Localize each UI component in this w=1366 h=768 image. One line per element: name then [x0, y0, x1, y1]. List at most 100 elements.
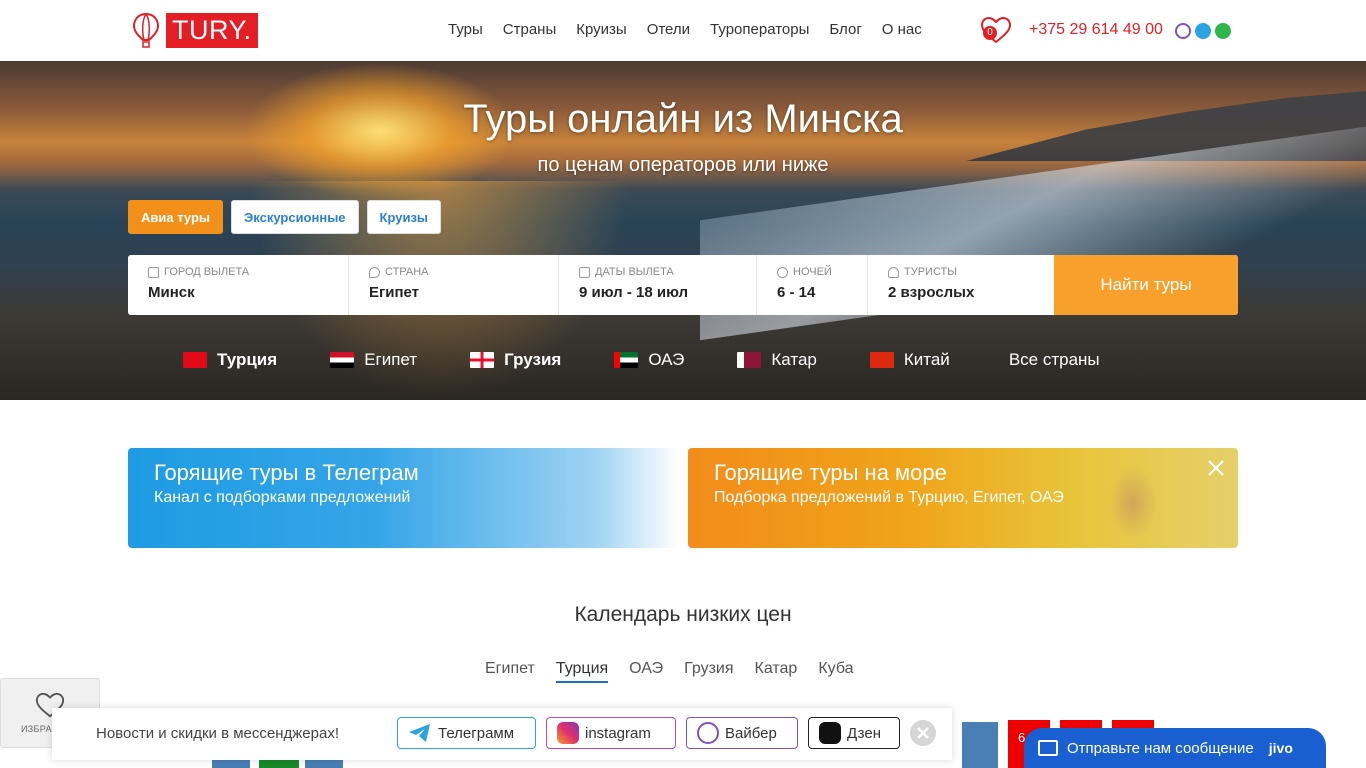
balloon-icon [132, 12, 160, 48]
tab-cruises[interactable]: Круизы [366, 200, 442, 234]
price-bar[interactable] [962, 722, 998, 768]
field-value: 9 июл - 18 июл [579, 284, 689, 301]
banner-title: Горящие туры в Телеграм [154, 460, 419, 485]
all-countries-label: Все страны [1008, 350, 1100, 369]
nav-item-countries[interactable]: Страны [503, 21, 556, 38]
location-icon [369, 266, 380, 278]
nav-item-hotels[interactable]: Отели [647, 21, 690, 38]
telegram-icon[interactable] [1195, 23, 1211, 39]
china-flag-icon [869, 352, 894, 368]
header-messengers [1175, 23, 1231, 39]
departure-city-field[interactable]: ГОРОД ВЫЛЕТА Минск [128, 255, 349, 315]
country-link-qatar[interactable]: Катар [737, 350, 817, 370]
button-label: Телеграмм [438, 724, 515, 742]
georgia-flag-icon [470, 352, 495, 368]
country-link-egypt[interactable]: Египет [330, 350, 417, 370]
nav-item-blog[interactable]: Блог [829, 21, 861, 38]
all-countries-link[interactable]: Все страны [1009, 350, 1100, 370]
hero-subtitle: по ценам операторов или ниже [537, 154, 829, 176]
person-icon [888, 266, 899, 278]
tab-avia-tours[interactable]: Авиа туры [128, 200, 224, 234]
tab-cuba[interactable]: Куба [818, 660, 853, 683]
field-value: Минск [148, 284, 195, 301]
field-value: 2 взрослых [888, 284, 975, 301]
viber-icon [697, 722, 719, 744]
tour-search-form: ГОРОД ВЫЛЕТА Минск СТРАНА Египет ДАТЫ ВЫ… [128, 255, 1238, 315]
messenger-bar-text: Новости и скидки в мессенджерах! [96, 725, 339, 742]
hero-title: Туры онлайн из Минска [463, 97, 903, 141]
banner-subtitle: Канал с подборками предложений [154, 489, 411, 506]
nav-item-tours[interactable]: Туры [448, 21, 483, 38]
envelope-icon [1038, 740, 1058, 756]
qatar-flag-icon [737, 352, 762, 368]
instagram-icon [557, 722, 579, 744]
country-name: Египет [364, 350, 418, 369]
tab-georgia[interactable]: Грузия [684, 660, 733, 683]
tourists-field[interactable]: ТУРИСТЫ 2 взрослых [868, 255, 1054, 315]
field-label: СТРАНА [385, 266, 429, 278]
main-nav: Туры Страны Круизы Отели Туроператоры Бл… [448, 21, 942, 38]
tab-qatar[interactable]: Катар [755, 660, 798, 683]
tab-turkey[interactable]: Турция [555, 660, 609, 683]
price-bar[interactable] [305, 760, 343, 768]
sea-hot-tours-banner[interactable]: Горящие туры на море Подборка предложени… [688, 448, 1238, 548]
telegram-hot-tours-banner[interactable]: Горящие туры в Телеграм Канал с подборка… [128, 448, 678, 548]
tab-excursion[interactable]: Экскурсионные [231, 200, 359, 234]
dzen-icon [819, 722, 841, 744]
country-name: Китай [903, 350, 950, 369]
messenger-subscribe-bar: Новости и скидки в мессенджерах! Телегра… [52, 708, 952, 760]
field-label: НОЧЕЙ [793, 266, 832, 278]
country-field[interactable]: СТРАНА Египет [349, 255, 559, 315]
price-bar[interactable] [212, 760, 250, 768]
departure-dates-field[interactable]: ДАТЫ ВЫЛЕТА 9 июл - 18 июл [559, 255, 757, 315]
plane-icon [148, 266, 159, 278]
whatsapp-icon[interactable] [1215, 23, 1231, 39]
banner-title: Горящие туры на море [714, 460, 947, 485]
jivo-chat-widget[interactable]: Отправьте нам сообщение jivo [1024, 728, 1326, 768]
country-name: ОАЭ [648, 350, 685, 369]
tab-egypt[interactable]: Египет [485, 660, 535, 683]
field-label: ДАТЫ ВЫЛЕТА [595, 266, 674, 278]
uae-flag-icon [614, 352, 639, 368]
field-label: ГОРОД ВЫЛЕТА [164, 266, 250, 278]
country-name: Катар [771, 350, 817, 369]
tour-type-tabs: Авиа туры Экскурсионные Круизы [128, 200, 442, 234]
instagram-button[interactable]: instagram [546, 717, 676, 749]
close-icon[interactable] [1206, 458, 1226, 478]
calendar-country-tabs: Египет Турция ОАЭ Грузия Катар Куба [485, 660, 875, 683]
hero-section: Туры онлайн из Минска по ценам операторо… [0, 61, 1366, 400]
field-label: ТУРИСТЫ [904, 266, 957, 278]
jivo-chat-label: Отправьте нам сообщение [1067, 739, 1254, 757]
telegram-button[interactable]: Телеграмм [397, 717, 536, 749]
viber-button[interactable]: Вайбер [686, 717, 798, 749]
jivo-logo: jivo [1268, 740, 1293, 756]
country-link-uae[interactable]: ОАЭ [614, 350, 684, 370]
viber-icon[interactable] [1175, 23, 1191, 39]
nights-field[interactable]: НОЧЕЙ 6 - 14 [757, 255, 868, 315]
clock-icon [777, 266, 788, 278]
popular-countries: Турция Египет Грузия ОАЭ Катар Китай Все… [183, 350, 1153, 370]
nav-item-about[interactable]: О нас [882, 21, 922, 38]
country-link-turkey[interactable]: Турция [183, 350, 277, 370]
field-value: 6 - 14 [777, 284, 816, 301]
country-link-georgia[interactable]: Грузия [470, 350, 561, 370]
turkey-flag-icon [183, 352, 207, 368]
banner-image [1088, 448, 1178, 548]
egypt-flag-icon [330, 352, 355, 368]
country-name: Грузия [504, 350, 562, 369]
calendar-title: Календарь низких цен [574, 603, 792, 626]
site-logo[interactable]: TURY. [132, 12, 258, 48]
close-messenger-bar-button[interactable] [910, 720, 936, 746]
dzen-button[interactable]: Дзен [808, 717, 900, 749]
button-label: Дзен [847, 724, 881, 742]
tab-uae[interactable]: ОАЭ [629, 660, 663, 683]
nav-item-operators[interactable]: Туроператоры [710, 21, 809, 38]
close-icon [917, 727, 929, 739]
nav-item-cruises[interactable]: Круизы [576, 21, 626, 38]
calendar-icon [579, 266, 590, 278]
find-tours-button[interactable]: Найти туры [1054, 255, 1238, 315]
field-value: Египет [369, 284, 420, 301]
phone-number[interactable]: +375 29 614 49 00 [1029, 21, 1163, 39]
price-bar[interactable] [259, 760, 299, 768]
country-link-china[interactable]: Китай [869, 350, 950, 370]
